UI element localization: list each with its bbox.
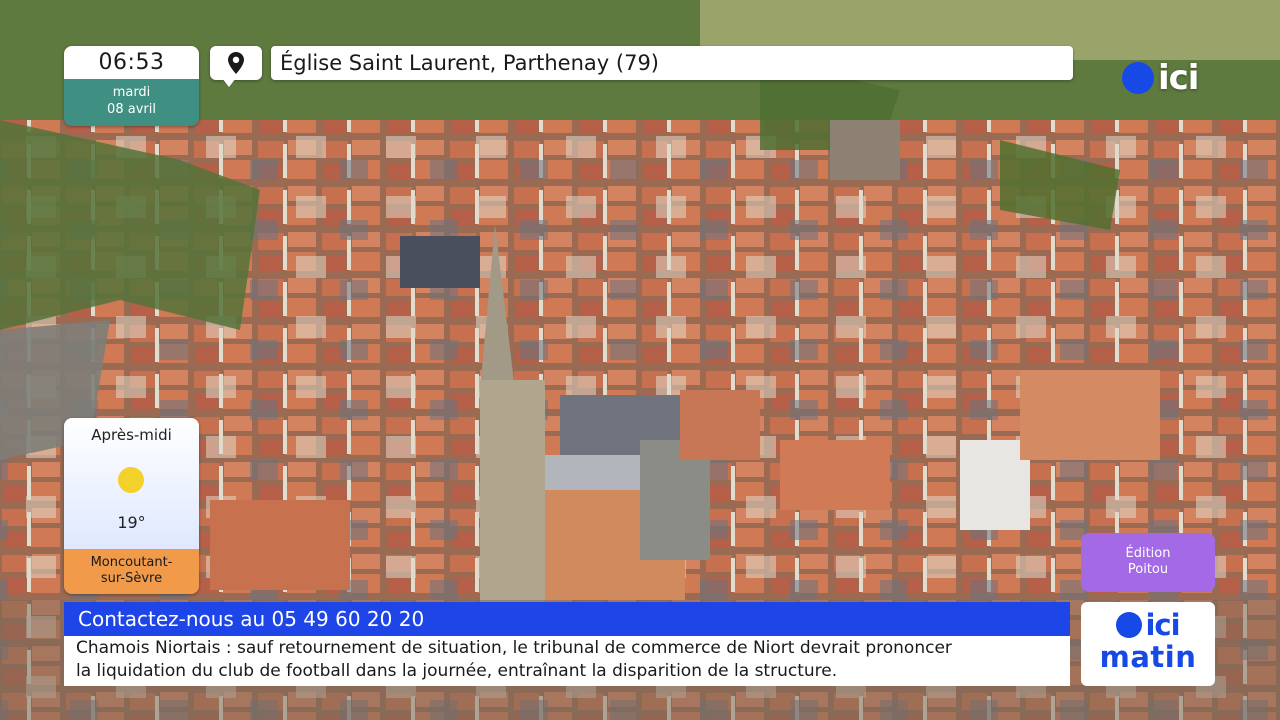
weather-period: Après-midi — [91, 426, 172, 444]
channel-logo-text: ici — [1158, 58, 1199, 98]
location-title: Église Saint Laurent, Parthenay (79) — [271, 46, 1073, 80]
clock-day: 08 avril — [107, 102, 156, 117]
location-pin-pointer — [222, 78, 236, 87]
weather-widget: Après-midi 19° Moncoutant- sur-Sèvre — [64, 418, 199, 594]
clock-date: mardi 08 avril — [64, 79, 199, 126]
edition-badge: Édition Poitou — [1081, 533, 1215, 592]
channel-logo-dot-icon — [1122, 62, 1154, 94]
show-logo-brand-text: ici — [1145, 608, 1180, 642]
edition-line2: Poitou — [1127, 562, 1169, 577]
show-logo: ici matin — [1081, 602, 1215, 686]
weather-city: Moncoutant- sur-Sèvre — [64, 549, 199, 594]
weather-city-line2: sur-Sèvre — [100, 571, 163, 586]
ticker-line1: Chamois Niortais : sauf retournement de … — [76, 638, 952, 658]
show-logo-dot-icon — [1116, 612, 1143, 638]
show-logo-show-text: matin — [1099, 640, 1197, 674]
sun-icon — [118, 467, 144, 493]
edition-line1: Édition — [1125, 546, 1171, 561]
map-pin-icon — [228, 52, 244, 74]
clock-widget: 06:53 mardi 08 avril — [64, 46, 199, 126]
contact-banner: Contactez-nous au 05 49 60 20 20 — [64, 602, 1070, 636]
clock-weekday: mardi — [112, 85, 151, 100]
location-pin-box — [210, 46, 262, 80]
weather-temperature: 19° — [117, 513, 146, 532]
news-ticker: Chamois Niortais : sauf retournement de … — [64, 636, 1070, 686]
weather-forecast: Après-midi 19° — [64, 418, 199, 549]
ticker-line2: la liquidation du club de football dans … — [76, 661, 838, 681]
weather-city-line1: Moncoutant- — [90, 555, 173, 570]
clock-time: 06:53 — [64, 46, 199, 79]
show-logo-brand: ici — [1081, 608, 1215, 642]
channel-logo: ici — [1122, 58, 1199, 98]
